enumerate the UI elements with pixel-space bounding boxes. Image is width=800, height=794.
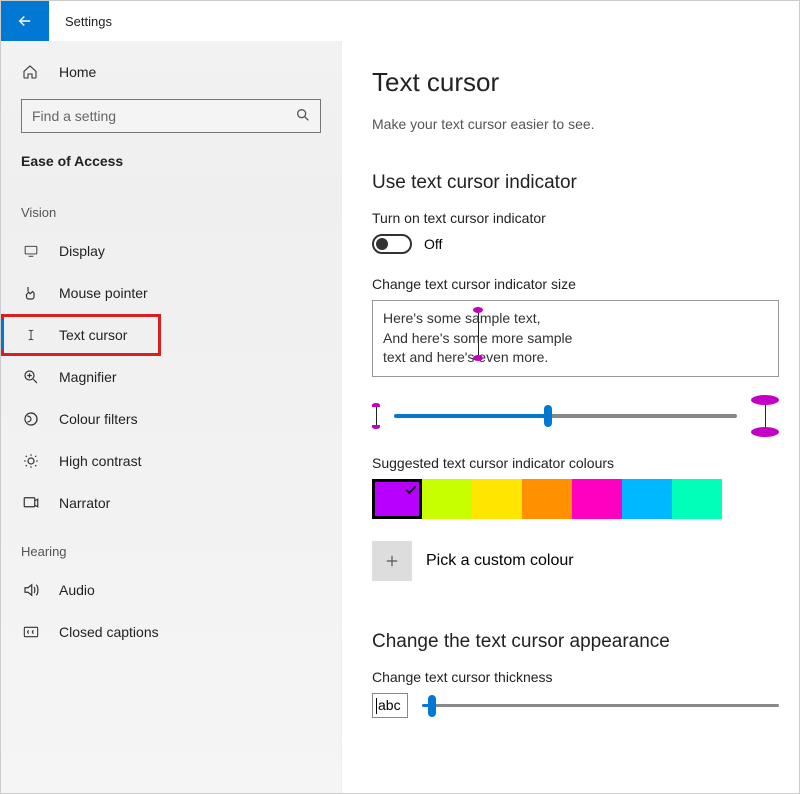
group-vision-label: Vision bbox=[1, 185, 341, 230]
page-title: Text cursor bbox=[372, 67, 779, 98]
thickness-slider[interactable] bbox=[422, 704, 779, 707]
sidebar-item-closed-captions[interactable]: Closed captions bbox=[1, 611, 341, 653]
indicator-size-min-icon bbox=[372, 403, 380, 429]
sidebar-item-colour-filters[interactable]: Colour filters bbox=[1, 398, 341, 440]
sidebar-item-label: Narrator bbox=[59, 495, 110, 511]
page-subtitle: Make your text cursor easier to see. bbox=[372, 116, 779, 132]
preview-line: And here's some more sample bbox=[383, 329, 768, 349]
colour-swatch-magenta[interactable] bbox=[572, 479, 622, 519]
sidebar-home[interactable]: Home bbox=[1, 53, 341, 91]
content: Text cursor Make your text cursor easier… bbox=[341, 41, 799, 793]
home-icon bbox=[21, 63, 39, 81]
colour-swatch-cyan[interactable] bbox=[622, 479, 672, 519]
sidebar-item-text-cursor[interactable]: Text cursor bbox=[1, 314, 161, 356]
sidebar-item-label: Text cursor bbox=[59, 327, 127, 343]
colour-swatch-purple[interactable] bbox=[372, 479, 422, 519]
toggle-caption: Turn on text cursor indicator bbox=[372, 210, 779, 226]
thickness-preview-box: abc bbox=[372, 693, 408, 718]
sidebar-item-label: Audio bbox=[59, 582, 95, 598]
text-cursor-icon bbox=[21, 326, 41, 344]
app-title: Settings bbox=[65, 14, 112, 29]
sidebar-item-label: Display bbox=[59, 243, 105, 259]
sidebar-item-label: Closed captions bbox=[59, 624, 159, 640]
search-wrap bbox=[21, 99, 321, 133]
indicator-toggle-state: Off bbox=[424, 236, 442, 252]
colour-swatch-orange[interactable] bbox=[522, 479, 572, 519]
preview-line: Here's some sample text, bbox=[383, 309, 768, 329]
preview-cursor-indicator bbox=[473, 307, 483, 361]
cursor-preview-box: Here's some sample text, And here's some… bbox=[372, 300, 779, 377]
sidebar-item-label: Colour filters bbox=[59, 411, 138, 427]
magnifier-icon bbox=[21, 368, 41, 386]
sidebar-item-label: Magnifier bbox=[59, 369, 117, 385]
indicator-toggle[interactable] bbox=[372, 234, 412, 254]
pick-custom-colour-label: Pick a custom colour bbox=[426, 552, 574, 570]
colour-swatch-lime[interactable] bbox=[422, 479, 472, 519]
colour-swatch-yellow[interactable] bbox=[472, 479, 522, 519]
colour-swatches bbox=[372, 479, 779, 519]
high-contrast-icon bbox=[21, 452, 41, 470]
section-indicator-heading: Use text cursor indicator bbox=[372, 172, 779, 194]
display-icon bbox=[21, 242, 41, 260]
audio-icon bbox=[21, 581, 41, 599]
sidebar-item-magnifier[interactable]: Magnifier bbox=[1, 356, 341, 398]
colours-label: Suggested text cursor indicator colours bbox=[372, 455, 779, 471]
titlebar: Settings bbox=[1, 1, 799, 41]
sidebar-item-label: Mouse pointer bbox=[59, 285, 148, 301]
section-appearance-heading: Change the text cursor appearance bbox=[372, 631, 779, 653]
sidebar-item-high-contrast[interactable]: High contrast bbox=[1, 440, 341, 482]
thickness-label: Change text cursor thickness bbox=[372, 669, 779, 685]
sidebar: Home Ease of Access Vision Display Mouse… bbox=[1, 41, 341, 793]
indicator-size-slider[interactable] bbox=[394, 414, 737, 418]
pick-custom-colour-button[interactable] bbox=[372, 541, 412, 581]
closed-captions-icon bbox=[21, 623, 41, 641]
sidebar-item-label: High contrast bbox=[59, 453, 141, 469]
sidebar-item-narrator[interactable]: Narrator bbox=[1, 482, 341, 524]
narrator-icon bbox=[21, 494, 41, 512]
sidebar-home-label: Home bbox=[59, 64, 96, 80]
sidebar-item-mouse-pointer[interactable]: Mouse pointer bbox=[1, 272, 341, 314]
indicator-size-max-icon bbox=[751, 395, 779, 437]
preview-line: text and here's even more. bbox=[383, 348, 768, 368]
colour-filters-icon bbox=[21, 410, 41, 428]
search-input[interactable] bbox=[21, 99, 321, 133]
sidebar-item-display[interactable]: Display bbox=[1, 230, 341, 272]
size-label: Change text cursor indicator size bbox=[372, 276, 779, 292]
sidebar-item-audio[interactable]: Audio bbox=[1, 569, 341, 611]
mouse-pointer-icon bbox=[21, 284, 41, 302]
group-hearing-label: Hearing bbox=[1, 524, 341, 569]
abc-text: abc bbox=[378, 697, 401, 713]
sidebar-section-label: Ease of Access bbox=[1, 147, 341, 185]
search-icon bbox=[295, 107, 311, 123]
colour-swatch-teal[interactable] bbox=[672, 479, 722, 519]
back-button[interactable] bbox=[1, 1, 49, 41]
